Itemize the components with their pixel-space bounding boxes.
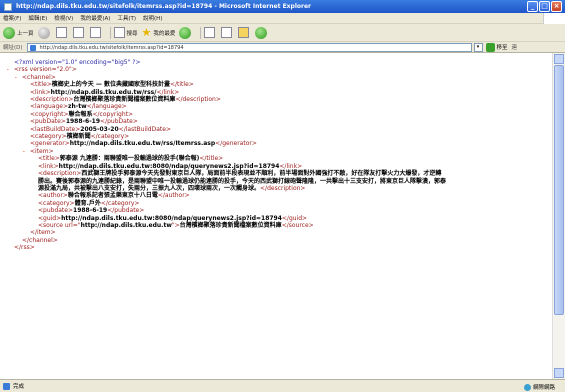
ie-icon	[4, 3, 12, 11]
back-label: 上一頁	[17, 30, 34, 37]
messenger-button[interactable]	[255, 26, 269, 39]
print-icon	[221, 27, 233, 38]
favorites-star-icon: ★	[141, 26, 152, 39]
menu-help[interactable]: 說明(H)	[143, 14, 162, 22]
status-bar: 完成 網際網路	[0, 379, 565, 392]
home-icon	[89, 27, 101, 38]
xml-declaration: <?xml version="1.0" encoding="big5" ?>	[14, 59, 141, 66]
status-text: 完成	[13, 384, 25, 390]
window-title: http://ndap.dils.tku.edu.tw/sitefolk/ite…	[16, 3, 311, 10]
messenger-icon	[255, 26, 268, 39]
address-dropdown-button[interactable]: ▾	[473, 42, 483, 52]
search-label: 搜尋	[126, 30, 138, 37]
scroll-thumb[interactable]	[554, 65, 564, 315]
vertical-scrollbar[interactable]	[552, 53, 565, 379]
menu-bar: 檔案(F) 編輯(E) 檢視(V) 我的最愛(A) 工具(T) 說明(H)	[0, 13, 565, 24]
toolbar-separator	[109, 26, 111, 39]
xml-rss-close: </rss>	[14, 244, 35, 252]
xml-language: <language>zh-tw</language>	[30, 103, 127, 111]
xml-item-category: <category>體育.戶外</category>	[38, 199, 140, 207]
xml-description: <description>台灣檳榔聚落珍貴新聞檔案數位資料庫</descript…	[30, 96, 221, 104]
links-label: 連	[511, 45, 518, 51]
refresh-button[interactable]	[72, 27, 86, 38]
page-icon	[29, 44, 36, 51]
page-content: <?xml version="1.0" encoding="big5" ?> -…	[0, 53, 565, 379]
xml-generator: <generator>http://ndap.dils.tku.edu.tw/r…	[30, 140, 257, 148]
xml-lastbuilddate: <lastBuildDate>2005-03-20</lastBuildDate…	[30, 125, 171, 133]
address-bar: 網址(D) http://ndap.dils.tku.edu.tw/sitefo…	[0, 42, 565, 53]
go-label: 移至	[496, 45, 508, 51]
scroll-down-button[interactable]	[554, 368, 564, 378]
zone-label: 網際網路	[532, 385, 555, 391]
media-icon	[179, 26, 192, 39]
window-controls: _ □ ×	[527, 1, 562, 12]
close-button[interactable]: ×	[551, 1, 562, 12]
xml-item-source: <source url="http://ndap.dils.tku.edu.tw…	[38, 221, 314, 229]
home-button[interactable]	[89, 27, 103, 38]
internet-zone-icon	[523, 383, 531, 391]
menu-favorites[interactable]: 我的最愛(A)	[80, 14, 110, 22]
folder-button[interactable]	[238, 27, 251, 38]
menu-tools[interactable]: 工具(T)	[117, 14, 136, 22]
back-button[interactable]: 上一頁	[3, 26, 34, 39]
xml-item-guid: <guid>http://ndap.dils.tku.edu.tw:8080/n…	[38, 214, 308, 222]
xml-copyright: <copyright>聯合報系</copyright>	[30, 110, 134, 118]
xml-item-title: <title>郭泰源 九連勝：兩聯盟唯一投輸過球的投手(聯合報)</title>	[38, 155, 224, 163]
media-button[interactable]	[179, 26, 193, 39]
print-button[interactable]	[221, 27, 234, 38]
menu-file[interactable]: 檔案(F)	[3, 14, 21, 22]
forward-arrow-icon	[37, 26, 50, 39]
xml-item-description: <description>西武獅王牌投手郭泰源今天先發對東京巨人隊，局面前半段表…	[38, 170, 447, 192]
xml-pubdate: <pubDate>1988-6-19</pubDate>	[30, 118, 138, 126]
menu-view[interactable]: 檢視(V)	[54, 14, 73, 22]
minimize-button[interactable]: _	[527, 1, 538, 12]
address-label: 網址(D)	[3, 45, 23, 51]
xml-category: <category>檳榔新聞</category>	[30, 133, 130, 141]
window-titlebar: http://ndap.dils.tku.edu.tw/sitefolk/ite…	[0, 0, 565, 13]
xml-item-close: </item>	[30, 229, 56, 237]
go-button[interactable]: 移至	[485, 42, 508, 52]
standard-toolbar: 上一頁 搜尋 ★ 我的最愛	[0, 24, 565, 42]
xml-item-link: <link>http://ndap.dils.tku.edu.tw:8080/n…	[38, 162, 303, 170]
xml-link: <link>http://ndap.dils.tku.edu.tw/rss/</…	[30, 88, 180, 96]
go-arrow-icon	[485, 42, 495, 52]
address-url: http://ndap.dils.tku.edu.tw/sitefolk/ite…	[39, 44, 184, 51]
favorites-button[interactable]: ★ 我的最愛	[142, 26, 176, 39]
security-zone: 網際網路	[523, 383, 555, 391]
maximize-button[interactable]: □	[539, 1, 550, 12]
xml-title: <title>檳榔史上的今天 — 數位典藏國家型科技計畫</title>	[30, 81, 194, 89]
favorites-label: 我的最愛	[153, 30, 176, 37]
xml-document: <?xml version="1.0" encoding="big5" ?> -…	[6, 59, 506, 252]
folder-icon	[238, 27, 250, 38]
stop-icon	[55, 27, 67, 38]
xml-item-author: <author>聯合報系記者張孟樂東京十八日電</author>	[38, 192, 190, 200]
scroll-up-button[interactable]	[554, 54, 564, 64]
forward-button[interactable]	[37, 26, 52, 39]
search-button[interactable]: 搜尋	[113, 27, 138, 38]
mail-icon	[204, 27, 216, 38]
toolbar-separator-2	[200, 26, 202, 39]
back-arrow-icon	[3, 26, 15, 39]
search-icon	[113, 27, 125, 38]
mail-button[interactable]	[204, 27, 217, 38]
menu-edit[interactable]: 編輯(E)	[28, 14, 47, 22]
xml-item-pubdate: <pubdate>1988-6-19</pubdate>	[38, 207, 145, 215]
xml-channel-close: </channel>	[22, 236, 58, 244]
windows-logo-icon	[543, 13, 565, 24]
page-done-icon	[3, 382, 10, 390]
stop-button[interactable]	[55, 27, 69, 38]
refresh-icon	[72, 27, 84, 38]
address-input[interactable]: http://ndap.dils.tku.edu.tw/sitefolk/ite…	[26, 42, 472, 52]
xml-rss-open[interactable]: - <rss version="2.0">	[6, 66, 506, 73]
